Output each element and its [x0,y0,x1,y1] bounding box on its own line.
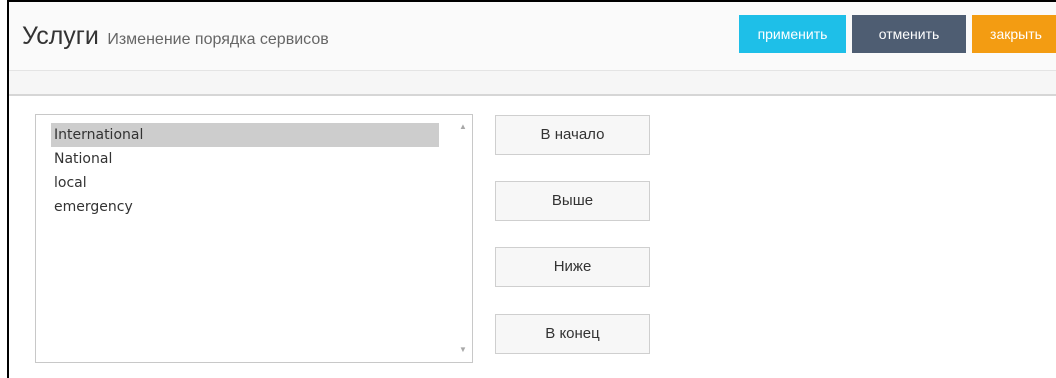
apply-button[interactable]: применить [739,15,846,53]
services-listbox[interactable]: International National local emergency ▲… [35,114,473,363]
close-button[interactable]: закрыть [972,15,1056,53]
page-title: Услуги Изменение порядка сервисов [22,22,329,51]
list-item[interactable]: local [51,171,439,195]
move-to-top-button[interactable]: В начало [495,115,650,155]
move-down-button[interactable]: Ниже [495,247,650,287]
dialog-header: Услуги Изменение порядка сервисов примен… [9,2,1056,71]
title-main: Услуги [22,22,99,50]
title-subtitle: Изменение порядка сервисов [107,31,329,48]
cancel-button[interactable]: отменить [852,15,966,53]
list-item[interactable]: International [51,123,439,147]
list-item[interactable]: emergency [51,195,439,219]
dialog-window: Услуги Изменение порядка сервисов примен… [7,0,1056,378]
list-item[interactable]: National [51,147,439,171]
toolbar-band [9,71,1056,96]
move-to-bottom-button[interactable]: В конец [495,314,650,354]
listbox-scrollbar[interactable]: ▲ ▼ [455,115,472,362]
triangle-down-icon[interactable]: ▼ [459,346,467,354]
triangle-up-icon[interactable]: ▲ [459,123,467,131]
move-up-button[interactable]: Выше [495,181,650,221]
